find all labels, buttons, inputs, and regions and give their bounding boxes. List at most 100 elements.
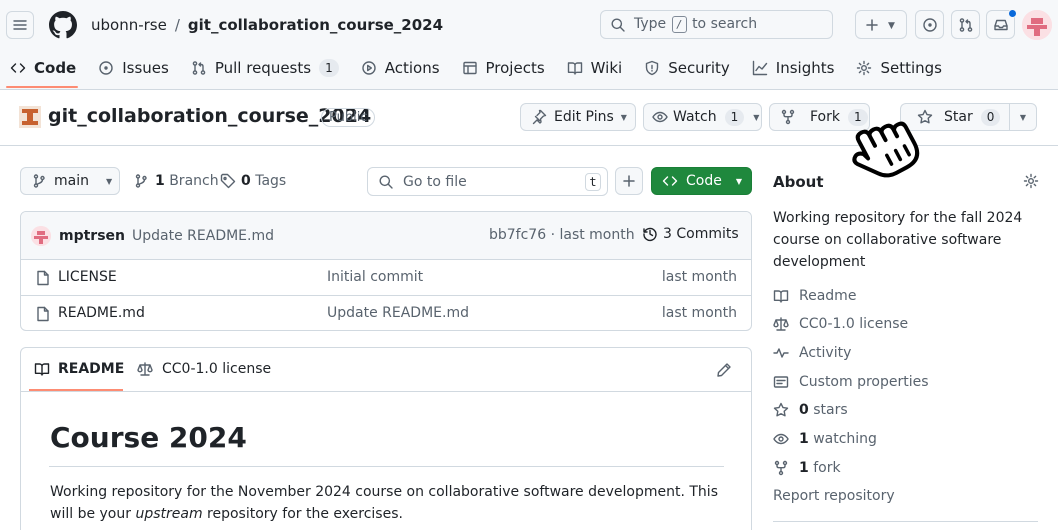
file-name[interactable]: README.md: [58, 305, 145, 321]
commit-history-link[interactable]: 3 Commits: [642, 226, 739, 242]
repo-nav: Code Issues Pull requests 1 Actions Proj…: [10, 57, 964, 79]
code-icon: [662, 173, 678, 189]
code-button-label: Code: [686, 173, 722, 189]
watch-count: 1: [724, 108, 745, 126]
go-to-file-input[interactable]: Go to file t: [367, 167, 608, 196]
branch-selector[interactable]: main ▼: [20, 167, 120, 195]
add-file-button[interactable]: [615, 167, 643, 195]
tab-license[interactable]: CC0-1.0 license: [137, 361, 271, 377]
pencil-icon[interactable]: [716, 362, 732, 378]
commit-message[interactable]: Update README.md: [132, 228, 274, 244]
repo-avatar: [19, 106, 41, 128]
git-pull-request-icon: [191, 60, 207, 76]
inbox-icon: [993, 17, 1009, 33]
tab-projects[interactable]: Projects: [462, 59, 545, 77]
commit-author[interactable]: mptrsen: [59, 228, 125, 244]
tab-code-label: Code: [34, 59, 77, 77]
tab-pull-requests-label: Pull requests: [214, 59, 312, 77]
divider: [773, 521, 1038, 522]
file-commit-message[interactable]: Initial commit: [327, 269, 423, 285]
file-commit-message[interactable]: Update README.md: [327, 305, 469, 321]
active-tab-indicator: [6, 86, 78, 88]
tag-label: Tags: [255, 173, 287, 189]
tab-actions[interactable]: Actions: [361, 59, 440, 77]
branches-link[interactable]: 1 Branch: [133, 173, 219, 189]
caret-down-icon: ▼: [888, 21, 895, 31]
sidebar-watchers-link[interactable]: 1 watching: [773, 431, 877, 447]
active-tab-indicator: [29, 389, 123, 391]
hand-pointer-icon: [840, 100, 932, 182]
search-input[interactable]: Type / to search: [600, 10, 833, 39]
github-logo-icon[interactable]: [49, 11, 77, 39]
your-issues-button[interactable]: [915, 10, 944, 39]
user-avatar[interactable]: [1022, 10, 1052, 40]
shield-icon: [644, 60, 660, 76]
sidebar-license-link[interactable]: CC0-1.0 license: [773, 316, 908, 332]
star-list-dropdown[interactable]: ▼: [1009, 103, 1037, 131]
table-icon: [462, 60, 478, 76]
commits-count: 3 Commits: [663, 226, 739, 242]
issue-opened-icon: [98, 60, 114, 76]
breadcrumb: ubonn-rse / git_collaboration_course_202…: [91, 16, 443, 34]
pulse-icon: [773, 345, 789, 361]
tab-insights[interactable]: Insights: [752, 59, 835, 77]
tab-issues[interactable]: Issues: [98, 59, 169, 77]
sidebar-activity-link[interactable]: Activity: [773, 345, 851, 361]
breadcrumb-repo[interactable]: git_collaboration_course_2024: [188, 16, 443, 34]
sidebar-stars-link[interactable]: 0 stars: [773, 402, 848, 418]
law-icon: [773, 316, 789, 332]
note-icon: [773, 374, 789, 390]
hamburger-icon: [12, 17, 28, 33]
report-repository-link[interactable]: Report repository: [773, 488, 895, 504]
file-name[interactable]: LICENSE: [58, 269, 117, 285]
stars-label: stars: [813, 402, 848, 418]
sidebar-readme-link[interactable]: Readme: [773, 288, 856, 304]
latest-commit-bar: mptrsen Update README.md bb7fc76 · last …: [21, 212, 751, 260]
plus-icon: [621, 173, 637, 189]
caret-down-icon: ▼: [105, 176, 113, 186]
about-heading: About: [773, 173, 824, 191]
history-icon: [642, 226, 658, 242]
gear-icon[interactable]: [1023, 173, 1039, 189]
sidebar-custom-properties-link[interactable]: Custom properties: [773, 374, 929, 390]
tab-wiki[interactable]: Wiki: [567, 59, 622, 77]
tab-pull-requests[interactable]: Pull requests 1: [191, 59, 339, 77]
commit-author-avatar[interactable]: [31, 225, 51, 246]
readme-panel: README CC0-1.0 license Course 2024 Worki…: [20, 347, 752, 530]
breadcrumb-owner[interactable]: ubonn-rse: [91, 16, 167, 34]
commit-hash-and-date[interactable]: bb7fc76 · last month: [489, 227, 635, 243]
forks-count: 1: [799, 460, 809, 476]
repo-forked-icon: [773, 460, 789, 476]
sidebar-forks-link[interactable]: 1 fork: [773, 460, 841, 476]
create-new-button[interactable]: ▼: [855, 10, 907, 39]
tags-link[interactable]: 0 Tags: [220, 173, 286, 189]
tab-code[interactable]: Code: [10, 59, 76, 77]
divider: [49, 466, 724, 467]
caret-down-icon: ▼: [753, 112, 760, 122]
your-pull-requests-button[interactable]: [951, 10, 980, 39]
tab-readme[interactable]: README: [34, 361, 124, 377]
watching-label: watching: [813, 431, 877, 447]
sidebar-license-label: CC0-1.0 license: [799, 316, 909, 332]
book-icon: [34, 361, 50, 377]
go-to-file-placeholder: Go to file: [403, 173, 467, 190]
watch-button[interactable]: Watch 1 ▼: [643, 103, 762, 131]
edit-pins-button[interactable]: Edit Pins ▼: [520, 103, 636, 131]
code-download-button[interactable]: Code ▼: [651, 167, 752, 195]
plus-icon: [864, 17, 880, 33]
tag-count: 0: [241, 173, 251, 189]
menu-button[interactable]: [6, 11, 34, 39]
search-placeholder: Type / to search: [634, 16, 758, 33]
search-icon: [610, 17, 626, 33]
branch-count: 1: [155, 173, 165, 189]
tab-security[interactable]: Security: [644, 59, 730, 77]
book-icon: [567, 60, 583, 76]
eye-icon: [773, 431, 789, 447]
tab-insights-label: Insights: [775, 59, 835, 77]
file-commit-date: last month: [661, 269, 737, 285]
readme-emphasis: upstream: [135, 506, 203, 522]
graph-icon: [752, 60, 768, 76]
caret-down-icon: ▼: [735, 176, 742, 186]
file-icon: [35, 306, 51, 322]
tab-settings[interactable]: Settings: [856, 59, 942, 77]
